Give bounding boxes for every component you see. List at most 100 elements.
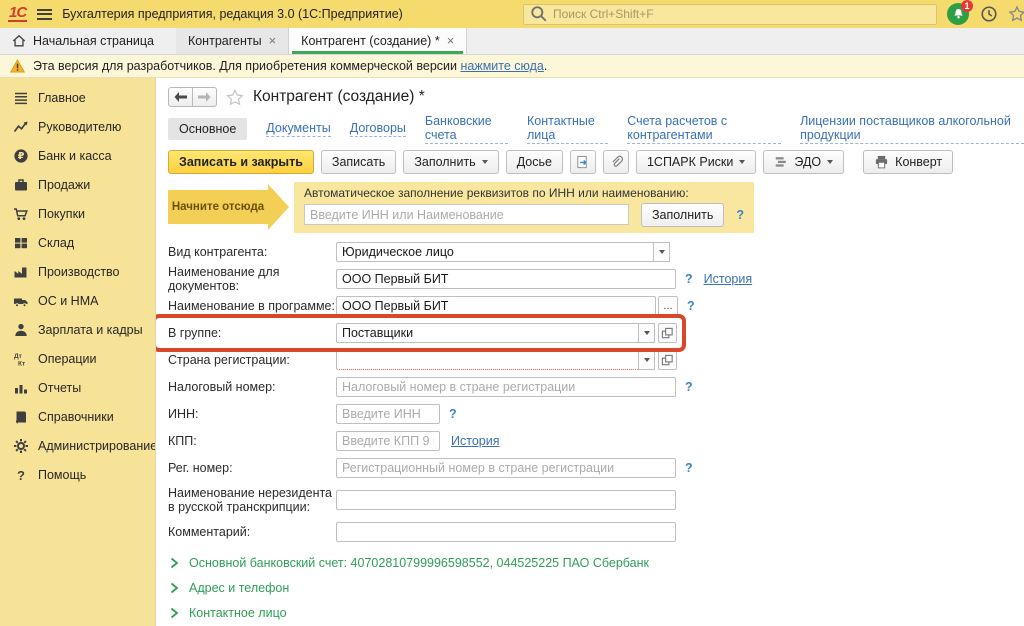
tab-home-page[interactable]: Начальная страница	[0, 28, 176, 54]
edo-stack-icon	[774, 155, 788, 169]
sidebar-item-sales[interactable]: Продажи	[0, 170, 155, 199]
group-dropdown-icon[interactable]	[638, 323, 655, 343]
file-arrow-icon	[575, 155, 590, 170]
name-for-documents-input[interactable]	[336, 269, 676, 289]
close-tab-icon[interactable]: ×	[269, 36, 277, 46]
name-prog-label: Наименование в программе:	[168, 299, 336, 313]
field-row-country: Страна регистрации:	[168, 349, 1024, 371]
tab-contracts[interactable]: Договоры	[350, 121, 406, 137]
sidebar-item-operations[interactable]: ДтКт Операции	[0, 344, 155, 373]
group-open-icon[interactable]	[658, 323, 677, 343]
fill-dropdown-button[interactable]: Заполнить	[403, 150, 498, 174]
sidebar-item-purchases[interactable]: Покупки	[0, 199, 155, 228]
tab-alcohol-licenses[interactable]: Лицензии поставщиков алкогольной продукц…	[800, 114, 1024, 144]
tab-settlement-accounts[interactable]: Счета расчетов с контрагентами	[627, 114, 781, 144]
autofill-fill-button[interactable]: Заполнить	[641, 203, 724, 227]
spark-risks-dropdown-button[interactable]: 1СПАРК Риски	[636, 150, 756, 174]
sidebar-item-payroll[interactable]: Зарплата и кадры	[0, 315, 155, 344]
favorite-star-icon[interactable]	[226, 89, 244, 106]
sidebar-label: Банк и касса	[38, 149, 112, 163]
tab-main[interactable]: Основное	[168, 118, 247, 140]
tab-bank-accounts[interactable]: Банковские счета	[425, 114, 508, 144]
nonresident-name-input[interactable]	[336, 490, 676, 510]
buy-commercial-link[interactable]: нажмите сюда	[460, 59, 543, 73]
sidebar-label: ОС и НМА	[38, 294, 98, 308]
global-search[interactable]	[523, 4, 937, 25]
sidebar-item-warehouse[interactable]: Склад	[0, 228, 155, 257]
country-open-icon[interactable]	[658, 350, 677, 370]
edo-label: ЭДО	[794, 155, 821, 169]
tab-documents[interactable]: Документы	[266, 121, 330, 137]
chevron-right-icon	[168, 555, 181, 571]
edo-dropdown-button[interactable]: ЭДО	[763, 150, 844, 174]
tax-number-input[interactable]	[336, 377, 676, 397]
svg-text:?: ?	[17, 468, 25, 483]
save-button[interactable]: Записать	[321, 150, 396, 174]
page-title: Контрагент (создание) *	[253, 88, 425, 106]
search-input[interactable]	[553, 7, 930, 21]
name-docs-help-icon[interactable]: ?	[685, 272, 693, 286]
kpp-input[interactable]	[336, 431, 440, 451]
tax-number-help-icon[interactable]: ?	[685, 380, 693, 394]
section-contact-person[interactable]: Контактное лицо	[168, 605, 1024, 621]
dossier-button[interactable]: Досье	[506, 150, 563, 174]
sidebar-item-production[interactable]: Производство	[0, 257, 155, 286]
name-prog-help-icon[interactable]: ?	[687, 299, 695, 313]
sidebar-item-manager[interactable]: Руководителю	[0, 112, 155, 141]
back-button[interactable]	[168, 87, 193, 107]
reg-number-help-icon[interactable]: ?	[685, 461, 693, 475]
comment-input[interactable]	[336, 522, 676, 542]
section-main-bank-account[interactable]: Основной банковский счет: 40702810799996…	[168, 555, 1024, 571]
envelope-print-button[interactable]: Конверт	[863, 150, 953, 174]
group-combobox[interactable]	[336, 323, 639, 343]
sidebar-item-main[interactable]: Главное	[0, 83, 155, 112]
name-in-program-input[interactable]	[336, 296, 656, 316]
field-row-comment: Комментарий:	[168, 521, 1024, 543]
search-icon	[530, 5, 548, 23]
load-data-button[interactable]	[570, 150, 596, 174]
kind-combobox[interactable]	[336, 242, 654, 262]
cart-icon	[13, 206, 29, 222]
inn-input[interactable]	[336, 404, 440, 424]
main-menu-icon[interactable]	[37, 9, 52, 20]
save-and-close-button[interactable]: Записать и закрыть	[168, 150, 314, 174]
sidebar-item-reports[interactable]: Отчеты	[0, 373, 155, 402]
tab-counterparties[interactable]: Контрагенты ×	[176, 28, 289, 54]
sidebar-item-directories[interactable]: Справочники	[0, 402, 155, 431]
name-docs-history-link[interactable]: История	[704, 272, 752, 286]
attachments-button[interactable]	[603, 150, 629, 174]
kind-dropdown-icon[interactable]	[653, 242, 670, 262]
form-nav-tabs: Основное Документы Договоры Банковские с…	[168, 117, 1024, 141]
inn-help-icon[interactable]: ?	[449, 407, 457, 421]
country-dropdown-icon[interactable]	[638, 350, 655, 370]
sidebar-item-administration[interactable]: Администрирование	[0, 431, 155, 460]
field-row-reg-number: Рег. номер: ?	[168, 457, 1024, 479]
nonresident-label: Наименование нерезидентав русской транск…	[168, 486, 336, 515]
favorites-star-icon[interactable]	[1008, 5, 1024, 23]
section-label: Контактное лицо	[189, 606, 287, 620]
forward-button[interactable]	[192, 87, 217, 107]
kpp-history-link[interactable]: История	[451, 434, 499, 448]
inn-or-name-input[interactable]	[304, 204, 629, 225]
group-label: В группе:	[168, 326, 336, 340]
name-prog-more-button[interactable]: ...	[658, 296, 678, 316]
list-lines-icon	[13, 90, 29, 106]
printer-icon	[874, 155, 889, 169]
history-icon[interactable]	[980, 5, 998, 23]
country-combobox[interactable]	[336, 350, 639, 370]
bar-chart-icon	[13, 380, 29, 396]
tab-counterparty-create[interactable]: Контрагент (создание) * ×	[289, 28, 467, 54]
field-row-tax-number: Налоговый номер: ?	[168, 376, 1024, 398]
reg-number-input[interactable]	[336, 458, 676, 478]
section-address-phone[interactable]: Адрес и телефон	[168, 580, 1024, 596]
notifications-button[interactable]: 1	[947, 3, 970, 26]
close-tab-icon[interactable]: ×	[447, 36, 455, 46]
sidebar-item-help[interactable]: ? Помощь	[0, 460, 155, 489]
sidebar-item-bank-cash[interactable]: ₽ Банк и касса	[0, 141, 155, 170]
tab-contact-persons[interactable]: Контактные лица	[527, 114, 608, 144]
autofill-help-icon[interactable]: ?	[736, 208, 744, 222]
window-tabbar: Начальная страница Контрагенты × Контраг…	[0, 28, 1024, 55]
tab-label: Контрагент (создание) *	[301, 34, 440, 48]
section-label: Адрес и телефон	[189, 581, 289, 595]
sidebar-item-fixed-assets[interactable]: ОС и НМА	[0, 286, 155, 315]
